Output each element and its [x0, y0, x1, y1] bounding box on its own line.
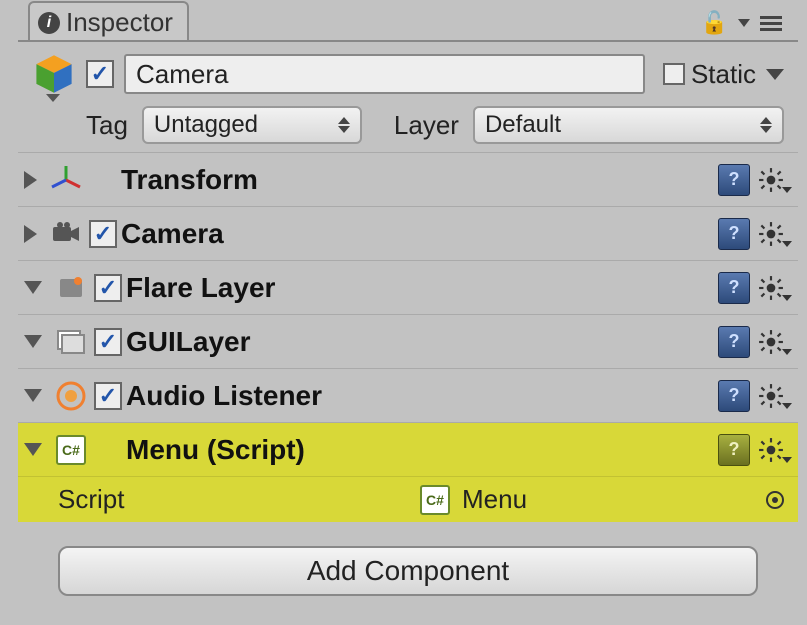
tag-label: Tag	[86, 110, 128, 141]
static-dropdown-caret[interactable]	[766, 69, 784, 80]
component-enabled-checkbox[interactable]	[94, 274, 122, 302]
panel-menu-icon[interactable]	[760, 16, 782, 31]
component-name: Transform	[121, 164, 258, 196]
add-component-label: Add Component	[307, 555, 509, 587]
add-component-button[interactable]: Add Component	[58, 546, 758, 596]
component-name: Flare Layer	[126, 272, 275, 304]
tab-menu-caret[interactable]	[738, 19, 750, 27]
foldout-arrow-icon[interactable]	[24, 171, 37, 189]
layer-icon	[54, 325, 88, 359]
gameobject-enabled-checkbox[interactable]	[86, 60, 114, 88]
foldout-arrow-icon[interactable]	[24, 389, 42, 402]
layer-label: Layer	[394, 110, 459, 141]
component-gear-icon[interactable]	[758, 437, 784, 463]
component-header-4[interactable]: Audio Listener?	[18, 368, 798, 422]
component-header-2[interactable]: Flare Layer?	[18, 260, 798, 314]
help-book-icon[interactable]: ?	[718, 434, 750, 466]
property-value: Menu	[462, 484, 527, 515]
static-checkbox[interactable]	[663, 63, 685, 85]
camera-icon	[49, 217, 83, 251]
axis-icon	[49, 163, 83, 197]
gameobject-name-input[interactable]	[124, 54, 645, 94]
audio-icon	[54, 379, 88, 413]
component-gear-icon[interactable]	[758, 275, 784, 301]
component-gear-icon[interactable]	[758, 167, 784, 193]
layer-value: Default	[485, 111, 561, 139]
layer-dropdown[interactable]: Default	[473, 106, 784, 144]
tag-dropdown[interactable]: Untagged	[142, 106, 362, 144]
component-gear-icon[interactable]	[758, 329, 784, 355]
component-gear-icon[interactable]	[758, 383, 784, 409]
property-row: Script C# Menu	[18, 476, 798, 522]
tab-bar: i Inspector 🔓	[18, 0, 798, 42]
component-enabled-checkbox[interactable]	[94, 382, 122, 410]
component-name: Camera	[121, 218, 224, 250]
property-label: Script	[58, 484, 124, 515]
help-book-icon[interactable]: ?	[718, 380, 750, 412]
lock-icon[interactable]: 🔓	[701, 10, 728, 36]
foldout-arrow-icon[interactable]	[24, 225, 37, 243]
object-picker-icon[interactable]	[766, 491, 784, 509]
cs-icon: C#	[54, 433, 88, 467]
flare-icon	[54, 271, 88, 305]
gameobject-cube-icon[interactable]	[32, 52, 76, 96]
tag-value: Untagged	[154, 111, 258, 139]
foldout-arrow-icon[interactable]	[24, 443, 42, 456]
gameobject-header: Static Tag Untagged Layer Default	[18, 42, 798, 152]
component-header-3[interactable]: GUILayer?	[18, 314, 798, 368]
inspector-tab[interactable]: i Inspector	[28, 1, 189, 40]
component-name: GUILayer	[126, 326, 251, 358]
cs-icon: C#	[420, 485, 450, 515]
static-label: Static	[691, 59, 756, 90]
component-header-5[interactable]: C# Menu (Script)?	[18, 422, 798, 476]
help-book-icon[interactable]: ?	[718, 272, 750, 304]
component-enabled-checkbox[interactable]	[89, 220, 117, 248]
component-header-0[interactable]: Transform?	[18, 152, 798, 206]
component-name: Menu (Script)	[126, 434, 305, 466]
foldout-arrow-icon[interactable]	[24, 281, 42, 294]
help-book-icon[interactable]: ?	[718, 218, 750, 250]
component-enabled-checkbox[interactable]	[94, 328, 122, 356]
info-icon: i	[38, 12, 60, 34]
component-header-1[interactable]: Camera?	[18, 206, 798, 260]
help-book-icon[interactable]: ?	[718, 164, 750, 196]
component-name: Audio Listener	[126, 380, 322, 412]
foldout-arrow-icon[interactable]	[24, 335, 42, 348]
tab-title: Inspector	[66, 7, 173, 38]
help-book-icon[interactable]: ?	[718, 326, 750, 358]
component-gear-icon[interactable]	[758, 221, 784, 247]
